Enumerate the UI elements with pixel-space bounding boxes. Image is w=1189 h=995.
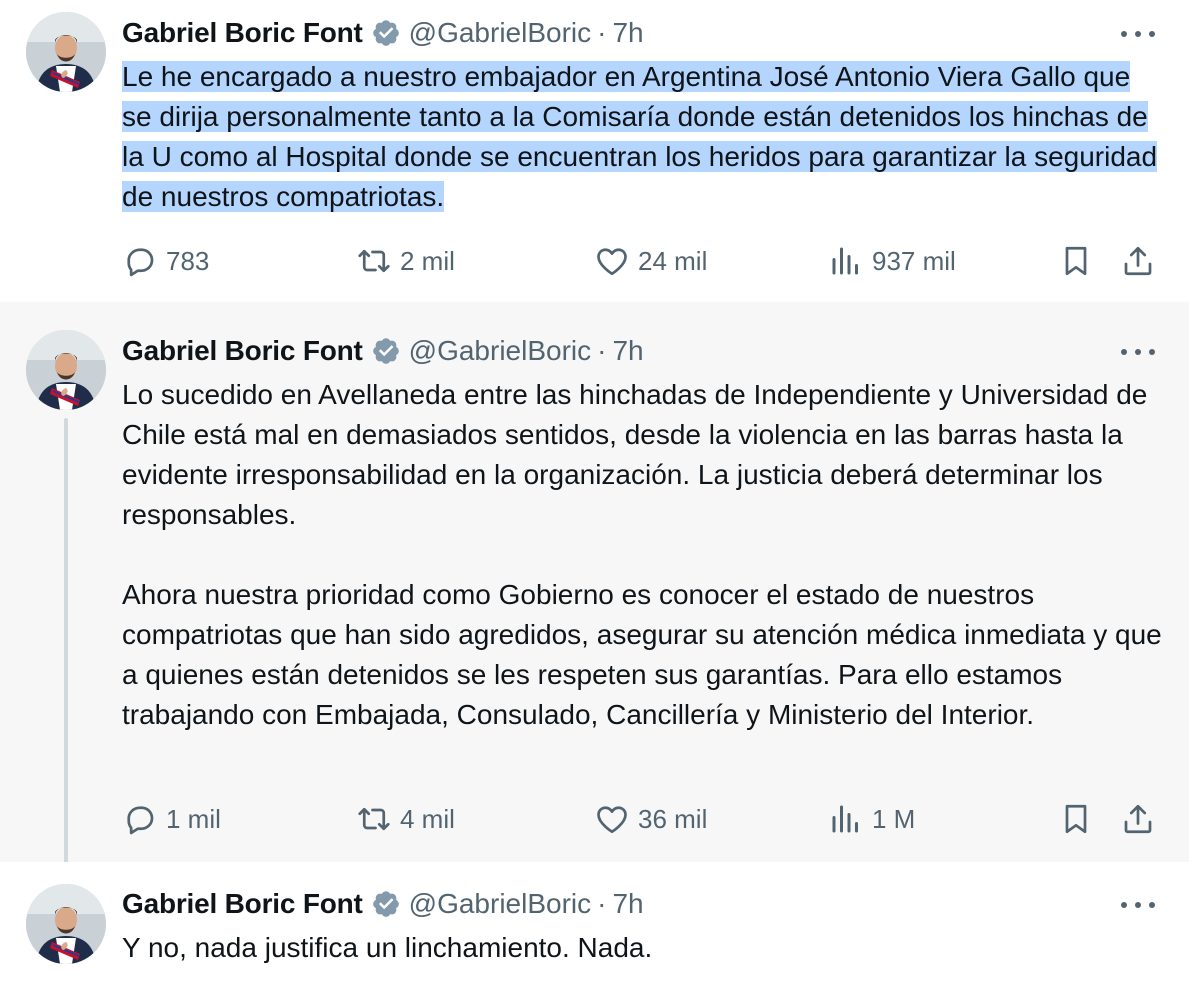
like-count: 36 mil <box>638 803 708 834</box>
timestamp[interactable]: 7h <box>612 335 643 367</box>
tweet-2[interactable]: Gabriel Boric Font @GabrielBoric · 7h Lo… <box>0 302 1189 876</box>
repost-button[interactable]: 2 mil <box>356 241 455 281</box>
author-handle[interactable]: @GabrielBoric <box>409 888 591 920</box>
tweet-header: Gabriel Boric Font @GabrielBoric · 7h <box>122 13 644 53</box>
like-icon <box>597 248 627 276</box>
bookmark-button[interactable] <box>1058 799 1094 839</box>
repost-count: 4 mil <box>400 803 455 834</box>
tweet-actions: 783 2 mil 24 mil 937 mil <box>122 241 1162 281</box>
more-icon[interactable] <box>1121 895 1155 915</box>
views-icon <box>832 805 858 833</box>
avatar[interactable] <box>26 12 106 92</box>
verified-badge-icon[interactable] <box>371 889 401 919</box>
reply-button[interactable]: 1 mil <box>122 799 221 839</box>
views-button[interactable]: 1 M <box>828 799 915 839</box>
reply-icon <box>127 806 154 835</box>
separator-dot: · <box>597 17 607 48</box>
avatar[interactable] <box>26 884 106 964</box>
more-icon[interactable] <box>1121 342 1155 362</box>
tweet-paragraph: Lo sucedido en Avellaneda entre las hinc… <box>122 379 1148 530</box>
repost-icon <box>358 249 390 273</box>
separator-dot: · <box>597 335 607 366</box>
like-count: 24 mil <box>638 245 708 276</box>
timestamp[interactable]: 7h <box>612 888 643 920</box>
repost-icon <box>358 807 390 831</box>
share-icon <box>1124 246 1152 276</box>
author-handle[interactable]: @GabrielBoric <box>409 17 591 49</box>
author-name[interactable]: Gabriel Boric Font <box>122 335 363 367</box>
thread-line <box>64 418 68 876</box>
tweet-1[interactable]: Gabriel Boric Font @GabrielBoric · 7h Le… <box>0 0 1189 302</box>
tweet-text-content: Y no, nada justifica un linchamiento. Na… <box>122 932 653 963</box>
repost-button[interactable]: 4 mil <box>356 799 455 839</box>
reply-count: 1 mil <box>166 803 221 834</box>
more-icon[interactable] <box>1121 24 1155 44</box>
tweet-text: Lo sucedido en Avellaneda entre las hinc… <box>122 375 1162 735</box>
tweet-3[interactable]: Gabriel Boric Font @GabrielBoric · 7h Y … <box>0 862 1189 995</box>
tweet-text: Le he encargado a nuestro embajador en A… <box>122 57 1162 217</box>
reply-button[interactable]: 783 <box>122 241 209 281</box>
like-button[interactable]: 24 mil <box>594 241 707 281</box>
like-button[interactable]: 36 mil <box>594 799 707 839</box>
tweet-header: Gabriel Boric Font @GabrielBoric · 7h <box>122 884 644 924</box>
bookmark-button[interactable] <box>1058 241 1094 281</box>
tweet-actions: 1 mil 4 mil 36 mil 1 M <box>122 799 1162 839</box>
timestamp[interactable]: 7h <box>612 17 643 49</box>
repost-count: 2 mil <box>400 245 455 276</box>
avatar[interactable] <box>26 330 106 410</box>
share-button[interactable] <box>1120 241 1156 281</box>
views-count: 937 mil <box>872 245 956 276</box>
separator-dot: · <box>597 888 607 919</box>
verified-badge-icon[interactable] <box>371 336 401 366</box>
tweet-text: Y no, nada justifica un linchamiento. Na… <box>122 928 1162 968</box>
views-icon <box>832 247 858 275</box>
reply-icon <box>127 248 154 277</box>
share-icon <box>1124 804 1152 834</box>
share-button[interactable] <box>1120 799 1156 839</box>
verified-badge-icon[interactable] <box>371 18 401 48</box>
author-name[interactable]: Gabriel Boric Font <box>122 17 363 49</box>
author-handle[interactable]: @GabrielBoric <box>409 335 591 367</box>
selected-text: Le he encargado a nuestro embajador en A… <box>122 61 1158 212</box>
author-name[interactable]: Gabriel Boric Font <box>122 888 363 920</box>
like-icon <box>597 806 627 834</box>
views-count: 1 M <box>872 803 916 834</box>
bookmark-icon <box>1065 246 1087 276</box>
bookmark-icon <box>1065 804 1087 834</box>
views-button[interactable]: 937 mil <box>828 241 956 281</box>
tweet-header: Gabriel Boric Font @GabrielBoric · 7h <box>122 331 644 371</box>
tweet-paragraph: Ahora nuestra prioridad como Gobierno es… <box>122 579 1162 730</box>
reply-count: 783 <box>166 245 210 276</box>
